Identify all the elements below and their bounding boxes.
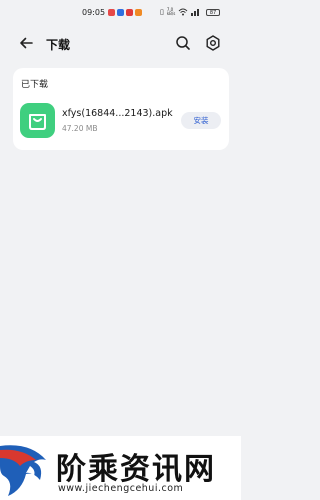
vibrate-icon: ▯ bbox=[160, 8, 164, 16]
status-time: 09:05 bbox=[82, 8, 106, 17]
page-title: 下载 bbox=[46, 38, 71, 52]
shopping-bag-icon bbox=[20, 103, 55, 138]
notification-icons bbox=[108, 9, 142, 16]
gear-icon[interactable] bbox=[204, 34, 222, 52]
install-button[interactable]: 安装 bbox=[181, 112, 221, 129]
net-speed: 7.0 kB/s bbox=[167, 8, 176, 16]
notification-app-icon bbox=[135, 9, 142, 16]
system-icons: ▯ 7.0 kB/s bbox=[160, 8, 201, 16]
eagle-logo-icon bbox=[0, 445, 46, 496]
net-speed-unit: kB/s bbox=[166, 11, 176, 16]
battery-indicator: 87 bbox=[206, 9, 220, 16]
file-name: xfys(16844...2143).apk bbox=[62, 108, 173, 119]
file-size: 47.20 MB bbox=[62, 124, 98, 133]
notification-app-icon bbox=[126, 9, 133, 16]
watermark-url: www.jiechengcehui.com bbox=[58, 483, 184, 494]
watermark-banner: 阶乘资讯网 www.jiechengcehui.com bbox=[0, 436, 241, 500]
app-bar: 下载 bbox=[0, 28, 241, 60]
signal-icon bbox=[191, 9, 200, 16]
notification-app-icon bbox=[108, 9, 115, 16]
section-title: 已下载 bbox=[21, 80, 49, 90]
downloaded-section-card: 已下载 xfys(16844...2143).apk 47.20 MB 安装 bbox=[13, 68, 229, 150]
wifi-icon bbox=[179, 8, 188, 16]
search-icon[interactable] bbox=[174, 34, 192, 52]
back-arrow-icon[interactable] bbox=[17, 34, 35, 52]
status-bar: 09:05 ▯ 7.0 kB/s 87 bbox=[0, 0, 241, 26]
notification-app-icon bbox=[117, 9, 124, 16]
watermark-site-name: 阶乘资讯网 bbox=[56, 452, 216, 487]
